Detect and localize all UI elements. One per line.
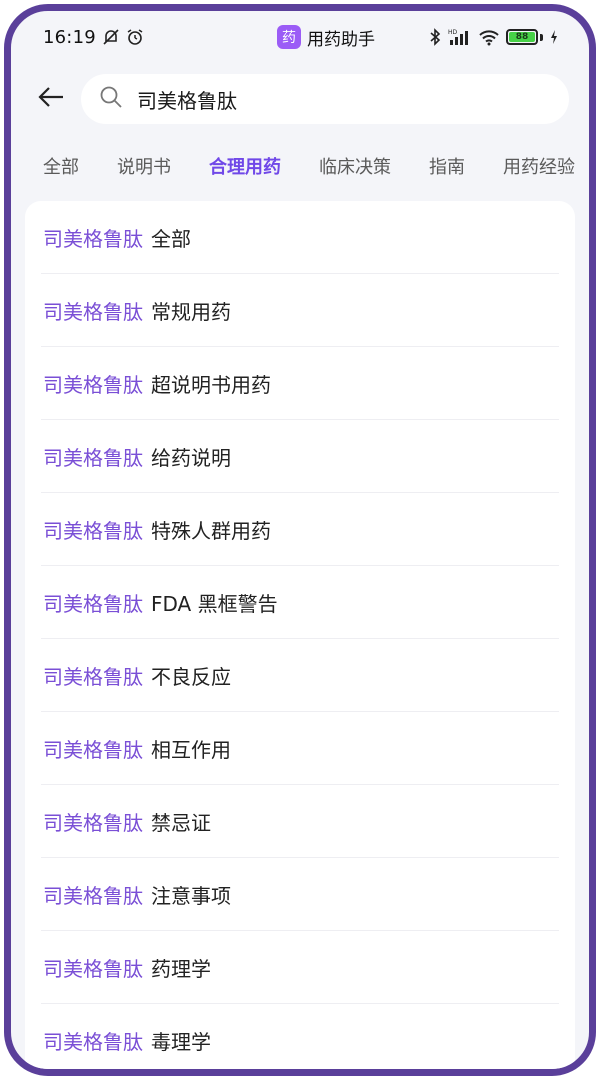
search-row: 司美格鲁肽 (11, 71, 589, 127)
battery-icon: 88 (506, 29, 538, 45)
search-input[interactable]: 司美格鲁肽 (81, 74, 569, 124)
wifi-icon (478, 28, 500, 46)
list-item-keyword: 司美格鲁肽 (43, 1029, 143, 1054)
arrow-left-icon (37, 85, 65, 113)
search-query: 司美格鲁肽 (137, 88, 237, 113)
list-item[interactable]: 司美格鲁肽 FDA 黑框警告 (41, 566, 559, 639)
list-item-keyword: 司美格鲁肽 (43, 737, 143, 762)
list-item-label: 注意事项 (151, 883, 231, 908)
category-tabs: 全部 说明书 合理用药 临床决策 指南 用药经验 (11, 143, 589, 189)
results-list: 司美格鲁肽 全部 司美格鲁肽 常规用药 司美格鲁肽 超说明书用药 司美格鲁肽 给药说明 … (25, 201, 575, 1069)
list-item-keyword: 司美格鲁肽 (43, 445, 143, 470)
tab-all[interactable]: 全部 (43, 153, 79, 179)
list-item-label: 禁忌证 (151, 810, 211, 835)
list-item[interactable]: 司美格鲁肽 禁忌证 (41, 785, 559, 858)
app-name: 用药助手 (307, 29, 375, 50)
charging-icon (549, 29, 559, 45)
back-button[interactable] (31, 77, 71, 121)
list-item-keyword: 司美格鲁肽 (43, 883, 143, 908)
hd-signal-icon: HD (448, 28, 472, 46)
battery-level: 88 (509, 32, 535, 42)
list-item-keyword: 司美格鲁肽 (43, 591, 143, 616)
list-item-label: 给药说明 (151, 445, 231, 470)
list-item[interactable]: 司美格鲁肽 特殊人群用药 (41, 493, 559, 566)
list-item-keyword: 司美格鲁肽 (43, 810, 143, 835)
tab-medication-experience[interactable]: 用药经验 (503, 153, 575, 179)
list-item-label: 全部 (151, 226, 191, 251)
list-item-label: 超说明书用药 (151, 372, 271, 397)
status-time: 16:19 (43, 26, 96, 48)
list-item-keyword: 司美格鲁肽 (43, 226, 143, 251)
app-badge-icon: 药 (277, 25, 301, 49)
phone-frame: 16:19 药 用药助手 HD 88 司美格鲁肽 全部 说明书 合理用药 临床决… (4, 4, 596, 1076)
tab-rational-use[interactable]: 合理用药 (209, 153, 281, 179)
list-item[interactable]: 司美格鲁肽 超说明书用药 (41, 347, 559, 420)
bell-off-icon (102, 28, 120, 46)
list-item-label: FDA 黑框警告 (151, 591, 278, 616)
list-item-label: 特殊人群用药 (151, 518, 271, 543)
list-item[interactable]: 司美格鲁肽 毒理学 (41, 1004, 559, 1069)
tab-instructions[interactable]: 说明书 (117, 153, 171, 179)
list-item[interactable]: 司美格鲁肽 全部 (41, 201, 559, 274)
list-item[interactable]: 司美格鲁肽 注意事项 (41, 858, 559, 931)
list-item-keyword: 司美格鲁肽 (43, 372, 143, 397)
list-item[interactable]: 司美格鲁肽 常规用药 (41, 274, 559, 347)
list-item[interactable]: 司美格鲁肽 相互作用 (41, 712, 559, 785)
list-item-keyword: 司美格鲁肽 (43, 956, 143, 981)
alarm-icon (126, 28, 144, 46)
list-item-label: 不良反应 (151, 664, 231, 689)
list-item-label: 药理学 (151, 956, 211, 981)
list-item-label: 常规用药 (151, 299, 231, 324)
search-icon (99, 85, 123, 113)
list-item[interactable]: 司美格鲁肽 不良反应 (41, 639, 559, 712)
list-item-keyword: 司美格鲁肽 (43, 299, 143, 324)
status-bar: 16:19 药 用药助手 HD 88 (11, 11, 589, 63)
tab-guidelines[interactable]: 指南 (429, 153, 465, 179)
list-item[interactable]: 司美格鲁肽 给药说明 (41, 420, 559, 493)
tab-clinical-decision[interactable]: 临床决策 (319, 153, 391, 179)
list-item-keyword: 司美格鲁肽 (43, 518, 143, 543)
list-item-label: 相互作用 (151, 737, 231, 762)
list-item-label: 毒理学 (151, 1029, 211, 1054)
svg-text:HD: HD (448, 29, 458, 36)
list-item[interactable]: 司美格鲁肽 药理学 (41, 931, 559, 1004)
list-item-keyword: 司美格鲁肽 (43, 664, 143, 689)
bluetooth-icon (428, 28, 442, 46)
